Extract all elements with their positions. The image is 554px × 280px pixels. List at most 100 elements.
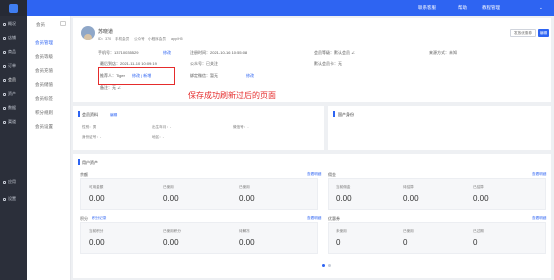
wechat-id-field: 微信号：- <box>233 125 249 129</box>
highlight-box <box>98 67 175 85</box>
subnav-item-member-tags[interactable]: 会员标签 <box>35 96 53 102</box>
sidebar-item-members[interactable]: 会员 <box>0 75 27 85</box>
section-bar <box>333 111 335 117</box>
sidebar-item-assets[interactable]: 资产 <box>0 89 27 99</box>
note-field: 备注：无 ∠ <box>100 85 122 90</box>
sidebar-item-channel[interactable]: 渠道 <box>0 117 27 127</box>
member-info-edit-link[interactable]: 编辑 <box>110 113 117 118</box>
commission-panel: 当前佣金 0.00 待结算 0.00 已结算 0.00 <box>328 178 546 210</box>
sidebar-item-label: 会员 <box>8 77 16 82</box>
sidebar-item-label: 概况 <box>8 21 16 26</box>
sidebar-item-label: 资产 <box>8 91 16 96</box>
commission-settled-label: 已结算 <box>473 185 484 189</box>
wechat-bind-link[interactable]: 修改 <box>246 73 254 79</box>
coupons-expired-label: 已过期 <box>473 229 484 233</box>
commission-pending-value: 0.00 <box>403 194 419 203</box>
id-card-field: 身份证号：- <box>82 135 102 139</box>
main-content: 苏晓道 ID：370 手机会员 公众号 小程序会员 app/H5 手机号：137… <box>73 18 551 278</box>
logo-mark-icon <box>9 3 18 13</box>
subnav-item-member-settings[interactable]: 会员设置 <box>35 124 53 130</box>
goods-icon <box>3 50 6 54</box>
points-detail-link[interactable]: 查看明细 <box>307 216 321 221</box>
member-type: 手机会员 <box>115 37 130 41</box>
coupons-panel: 未使用 0 已使用 0 已过期 0 <box>328 222 546 254</box>
coupons-unused-label: 未使用 <box>336 229 347 233</box>
settings-icon <box>3 197 6 201</box>
overview-icon <box>3 22 6 26</box>
data-icon <box>3 106 6 110</box>
sidebar-item-overview[interactable]: 概况 <box>0 19 27 29</box>
balance-used-label: 已使用 <box>163 185 174 189</box>
subnav-title: 会员 <box>36 22 45 27</box>
points-panel: 当前积分 0.00 已使用积分 0.00 待解冻 0.00 <box>80 222 318 254</box>
coupons-detail-link[interactable]: 查看明细 <box>532 216 546 221</box>
commission-pending-label: 待结算 <box>403 185 414 189</box>
section-bar <box>78 159 80 165</box>
tags-title: 国产身份 <box>338 112 354 117</box>
sidebar-item-apps[interactable]: 应用 <box>0 177 27 187</box>
points-used-value: 0.00 <box>163 238 179 247</box>
assets-card: 用户资产 余额 查看明细 可用金额 0.00 已使用 0.00 已使用 0.00… <box>73 154 551 278</box>
member-official: 公众号 <box>134 37 145 41</box>
top-bar: 联系客服 帮助 教程管理 ⌄ <box>27 0 554 16</box>
balance-available-label: 可用金额 <box>89 185 104 189</box>
member-card: 默认会员卡：无 <box>314 61 342 66</box>
balance-detail-link[interactable]: 查看明细 <box>307 172 321 177</box>
store-icon <box>3 36 6 40</box>
member-app: app/H5 <box>171 37 183 41</box>
send-coupon-button[interactable]: 发放优惠券 <box>510 29 536 37</box>
orders-icon <box>3 64 6 68</box>
sidebar-item-label: 渠道 <box>8 119 16 124</box>
coupons-used-label: 已使用 <box>403 229 414 233</box>
sidebar-item-label: 数据 <box>8 105 16 110</box>
annotation-text: 保存成功刷新过后的页面 <box>188 91 276 100</box>
sidebar-item-store[interactable]: 店铺 <box>0 33 27 43</box>
coupons-used-value: 0 <box>403 238 408 247</box>
contact-link[interactable]: 联系客服 <box>418 5 436 11</box>
member-id: ID：370 <box>98 37 112 41</box>
points-current-label: 当前积分 <box>89 229 104 233</box>
channel-icon <box>3 120 6 124</box>
subnav-item-points-rules[interactable]: 积分规则 <box>35 110 53 116</box>
sidebar-item-label: 订单 <box>8 63 16 68</box>
tags-card: 国产身份 <box>328 106 551 150</box>
subnav-item-member-stored[interactable]: 会员储值 <box>35 82 53 88</box>
member-name: 苏晓道 <box>98 29 114 35</box>
sub-navigation: 会员 会员管理 会员等级 会员充值 会员储值 会员标签 积分规则 会员设置 <box>27 16 71 280</box>
subnav-item-member-recharge[interactable]: 会员充值 <box>35 68 53 74</box>
edit-button[interactable]: 编辑 <box>538 29 549 37</box>
help-link[interactable]: 帮助 <box>458 5 467 11</box>
section-bar <box>78 111 80 117</box>
subnav-item-member-manage[interactable]: 会员管理 <box>35 40 53 46</box>
balance-total-label: 已使用 <box>239 185 250 189</box>
apps-icon <box>3 180 6 184</box>
subnav-item-member-level[interactable]: 会员等级 <box>35 54 53 60</box>
sidebar-item-label: 应用 <box>8 179 16 184</box>
member-info-title: 会员资料 <box>82 112 98 117</box>
balance-total-value: 0.00 <box>239 194 255 203</box>
balance-used-value: 0.00 <box>163 194 179 203</box>
pager-dot[interactable] <box>328 264 331 267</box>
commission-current-value: 0.00 <box>336 194 352 203</box>
region-field: 地区：- <box>152 135 164 139</box>
collapse-icon[interactable] <box>60 21 66 26</box>
sidebar-item-data[interactable]: 数据 <box>0 103 27 113</box>
assets-title: 用户资产 <box>82 160 98 165</box>
points-frozen-label: 待解冻 <box>239 229 250 233</box>
wechat-bind: 绑定微信：暂无 <box>190 73 218 78</box>
sidebar-item-goods[interactable]: 商品 <box>0 47 27 57</box>
commission-detail-link[interactable]: 查看明细 <box>532 172 546 177</box>
profile-card: 苏晓道 ID：370 手机会员 公众号 小程序会员 app/H5 手机号：137… <box>73 18 551 102</box>
points-used-label: 已使用积分 <box>163 229 181 233</box>
sidebar-item-orders[interactable]: 订单 <box>0 61 27 71</box>
sidebar: 概况 店铺 商品 订单 会员 资产 数据 渠道 应用 设置 <box>0 0 27 280</box>
points-record-link[interactable]: 积分记录 <box>92 216 106 221</box>
sidebar-item-settings[interactable]: 设置 <box>0 194 27 204</box>
pager-dot-active[interactable] <box>322 264 325 267</box>
chevron-down-icon[interactable]: ⌄ <box>539 5 543 11</box>
sidebar-item-label: 商品 <box>8 49 16 54</box>
source-method: 来源方式：未知 <box>429 50 457 55</box>
official-status: 公众号：已关注 <box>190 61 218 66</box>
account-menu[interactable]: 教程管理 <box>482 5 500 11</box>
phone-edit-link[interactable]: 修改 <box>163 50 171 56</box>
